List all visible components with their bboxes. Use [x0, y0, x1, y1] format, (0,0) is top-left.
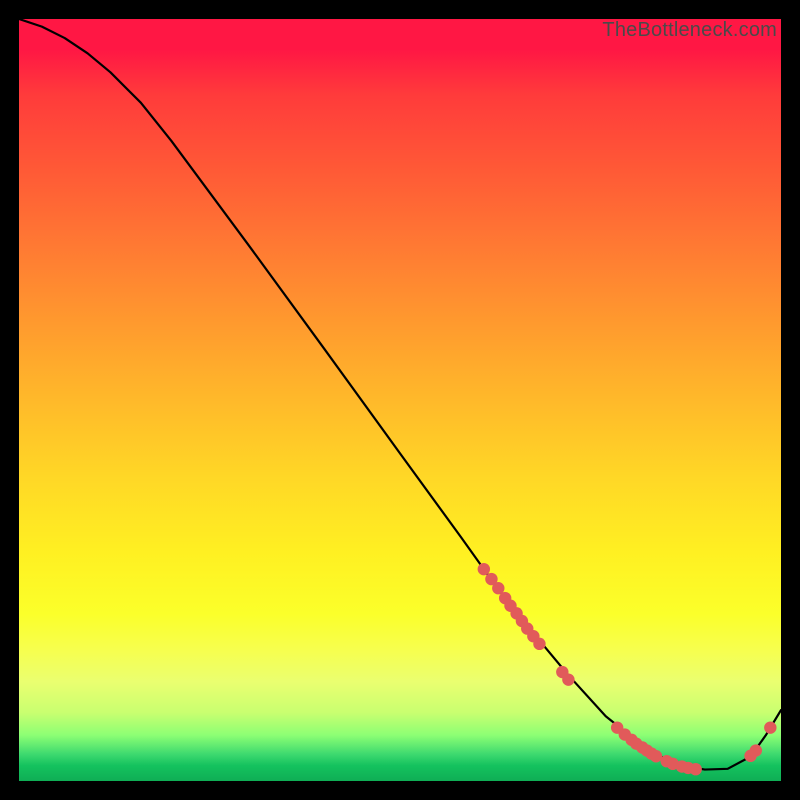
chart-svg — [19, 19, 781, 781]
data-marker — [650, 750, 662, 762]
chart-frame: TheBottleneck.com — [19, 19, 781, 781]
data-marker — [750, 744, 762, 756]
data-marker — [689, 763, 701, 775]
data-marker — [764, 721, 776, 733]
data-marker — [562, 673, 574, 685]
data-marker — [478, 563, 490, 575]
curve-line — [19, 19, 781, 770]
data-marker — [533, 638, 545, 650]
